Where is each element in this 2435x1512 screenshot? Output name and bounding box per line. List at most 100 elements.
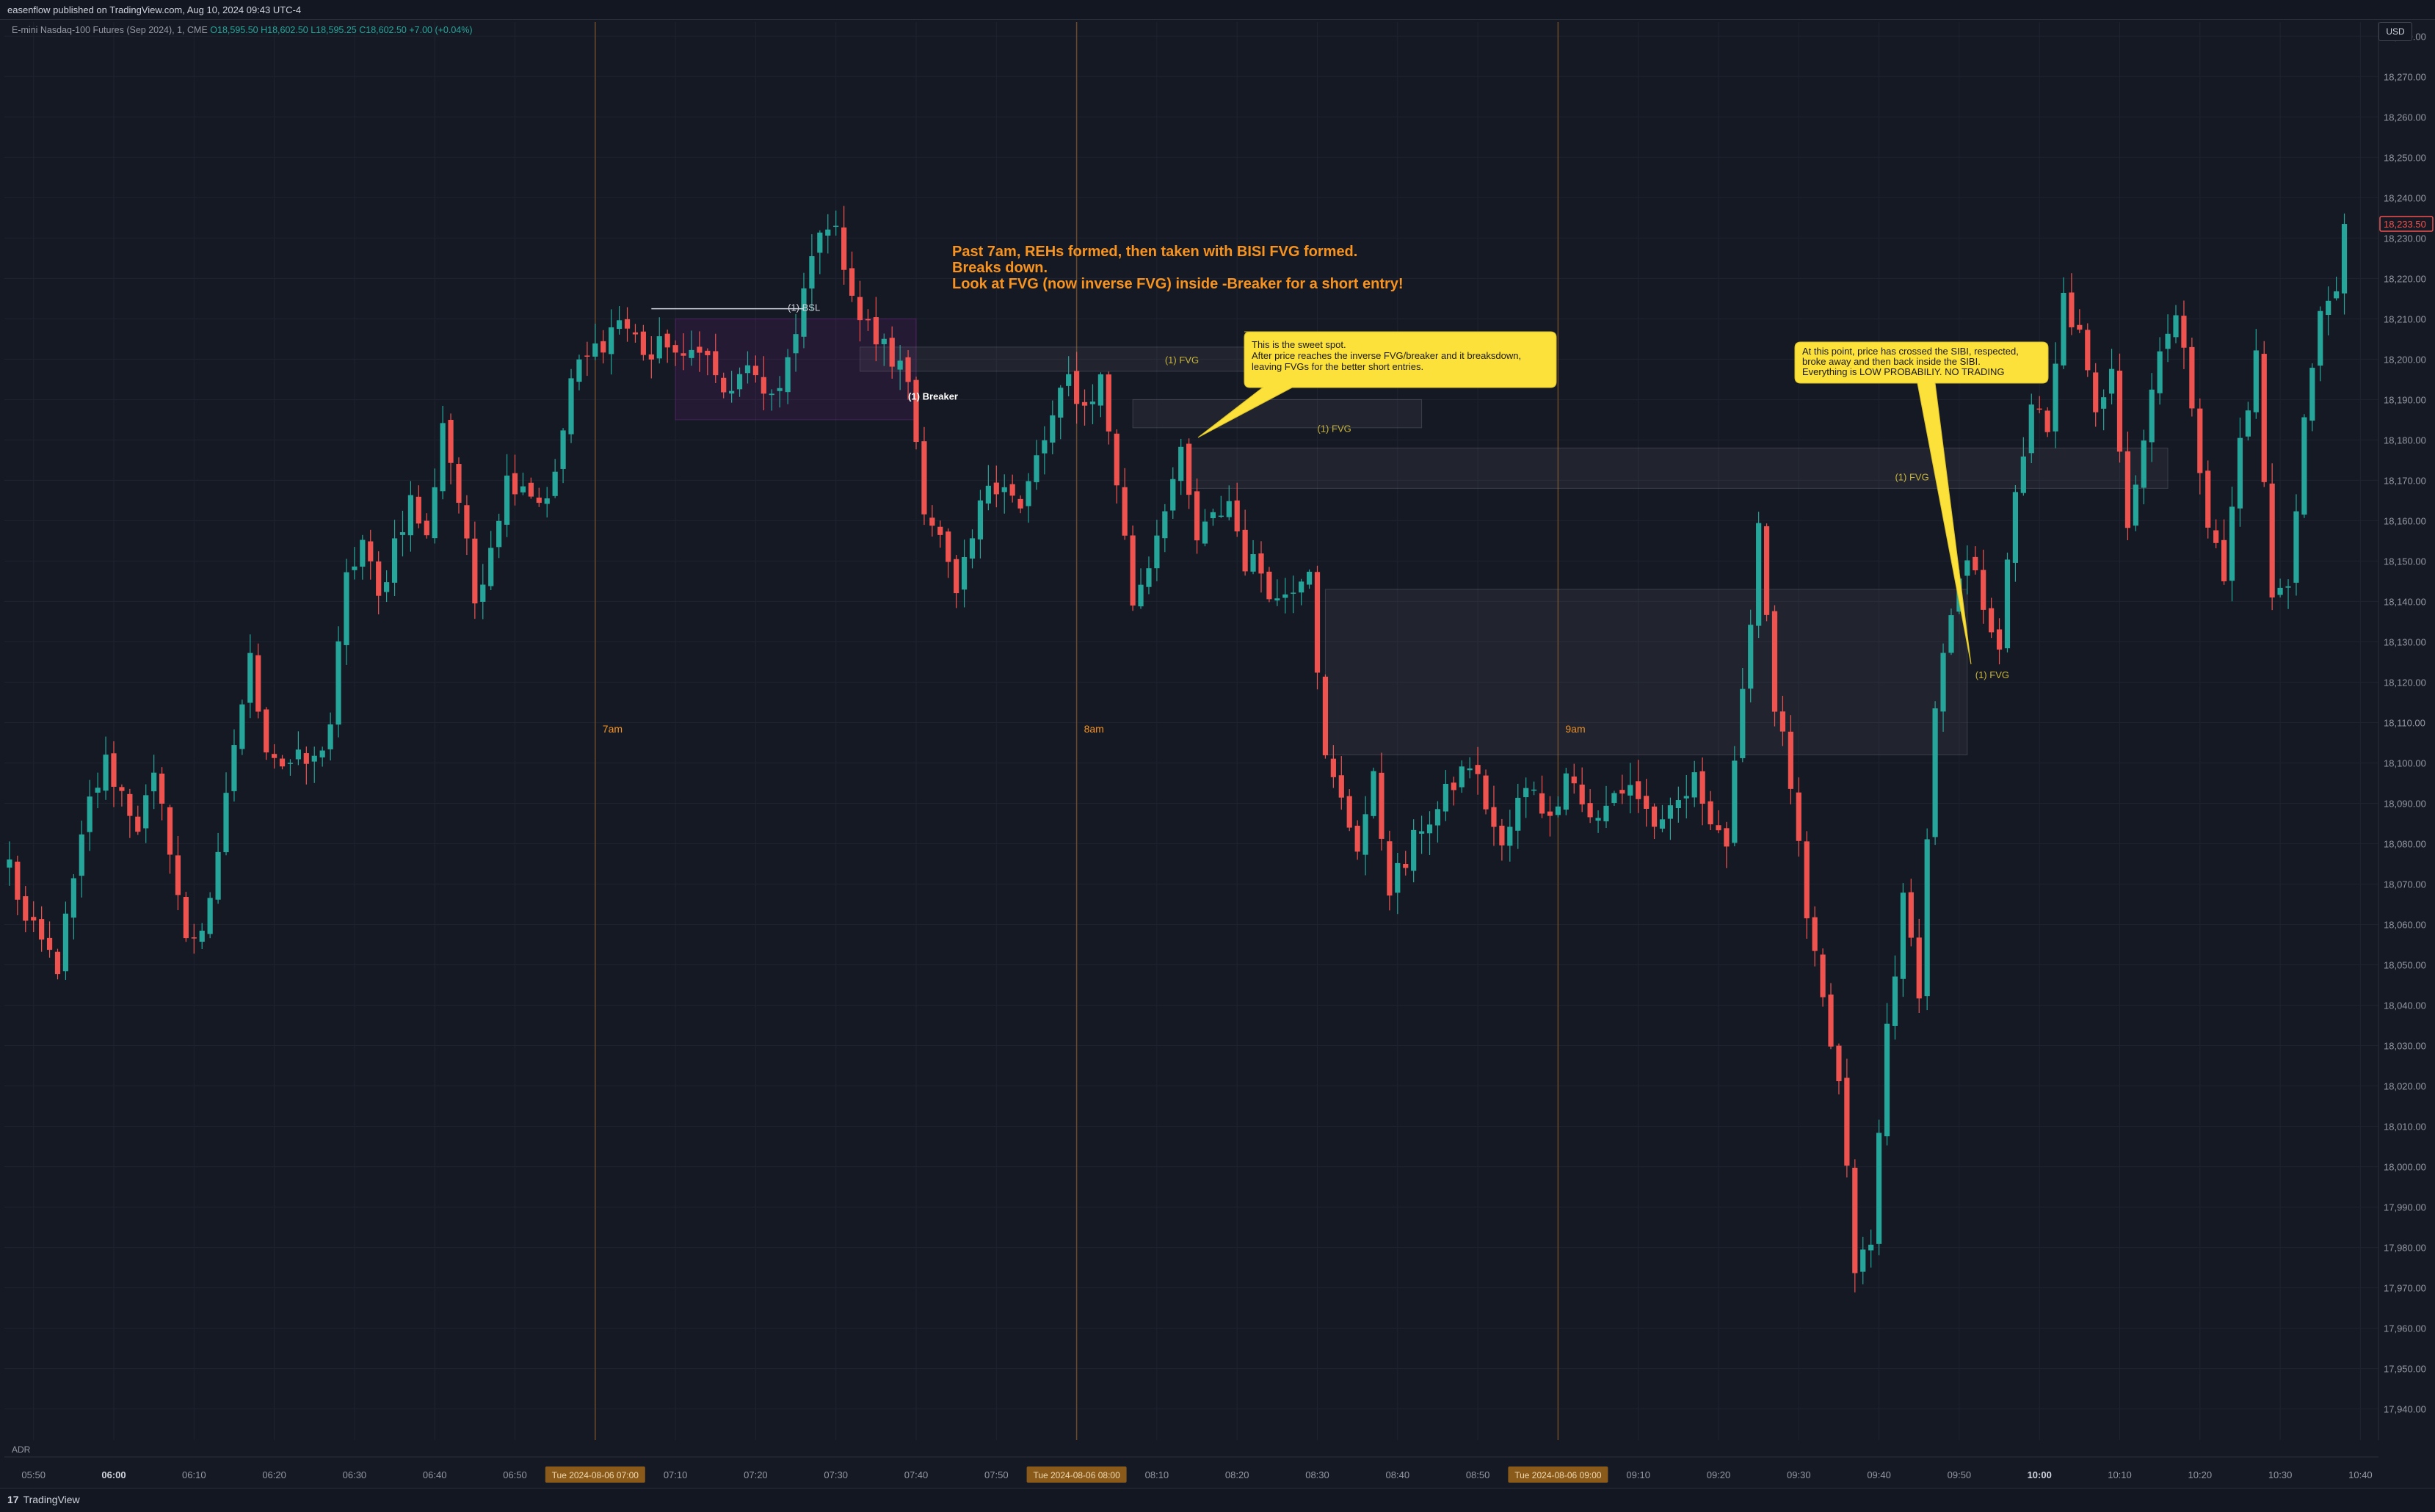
candle-body: [616, 320, 623, 330]
candle-body: [1523, 788, 1529, 798]
candle: [247, 634, 253, 719]
candle-body: [2028, 404, 2034, 454]
candle-body: [609, 327, 614, 355]
candle: [1443, 770, 1448, 821]
candle-body: [1162, 511, 1168, 539]
candle: [833, 210, 839, 236]
candle-body: [2141, 440, 2146, 488]
candle-body: [1716, 825, 1721, 831]
price-tick-label: 18,240.00: [2384, 192, 2426, 203]
candle-body: [247, 653, 253, 703]
candle-body: [103, 755, 109, 791]
time-tick-label: 06:20: [262, 1469, 286, 1480]
candle: [352, 547, 358, 580]
candle-body: [1017, 498, 1023, 509]
candle: [1587, 789, 1593, 824]
price-tick-label: 17,940.00: [2384, 1404, 2426, 1415]
candle: [2044, 407, 2050, 437]
candle: [640, 324, 646, 361]
candle: [656, 317, 662, 364]
candle: [1507, 810, 1513, 862]
session-tag: Tue 2024-08-06 09:00: [1514, 1470, 1602, 1480]
candle: [103, 736, 109, 800]
candle: [143, 784, 149, 843]
candle-body: [415, 496, 421, 524]
candle-body: [1644, 796, 1650, 809]
candle: [1619, 774, 1625, 804]
candle-body: [1234, 500, 1240, 531]
candle-body: [2036, 408, 2042, 410]
candle: [544, 487, 550, 517]
candle: [2141, 429, 2146, 505]
candle: [1844, 1058, 1850, 1178]
candle-body: [1932, 708, 1938, 837]
candle-body: [2285, 586, 2291, 588]
price-chart[interactable]: 7am 8am 9am(1) BSL(1) Breaker(1) FVG(1) FV…: [0, 0, 2435, 1511]
callout-text: This is the sweet spot.: [1252, 339, 1346, 350]
price-tick-label: 17,970.00: [2384, 1283, 2426, 1294]
candle-body: [713, 351, 719, 376]
candle-body: [2085, 330, 2091, 371]
candle: [464, 495, 470, 556]
price-tick-label: 18,030.00: [2384, 1041, 2426, 1052]
time-tick-label: 08:50: [1466, 1469, 1490, 1480]
candle-body: [1418, 831, 1425, 834]
annotation-main-line: Look at FVG (now inverse FVG) inside -Br…: [952, 276, 1404, 292]
candle-body: [1475, 765, 1481, 774]
candle: [1146, 556, 1152, 595]
candle-body: [1114, 433, 1119, 486]
candle: [335, 626, 341, 738]
candle: [1250, 539, 1256, 575]
candle-body: [528, 482, 534, 497]
candle: [175, 835, 181, 911]
candle: [1483, 769, 1489, 815]
candle-body: [624, 319, 631, 329]
time-tick-label: 06:30: [343, 1469, 367, 1480]
candle: [399, 510, 406, 557]
candle-body: [1451, 782, 1456, 790]
candle: [327, 712, 333, 761]
candle: [23, 886, 29, 933]
candle-body: [560, 430, 566, 469]
fvg-zone-4: [1324, 589, 1968, 755]
candle-body: [1571, 776, 1577, 784]
candle-body: [440, 423, 446, 492]
candle-body: [424, 520, 429, 536]
candle-body: [697, 346, 703, 353]
candle: [1491, 785, 1497, 846]
candle-body: [54, 951, 61, 975]
candle-body: [946, 531, 951, 562]
time-tick-label: 08:10: [1145, 1469, 1169, 1480]
tradingview-logo[interactable]: 17 TradingView: [7, 1494, 80, 1505]
candle-body: [1996, 629, 2003, 650]
candle-body: [640, 331, 646, 355]
candle-body: [897, 360, 903, 370]
currency-button[interactable]: USD: [2378, 22, 2412, 41]
candle-body: [255, 655, 261, 712]
candle: [929, 505, 935, 537]
candle: [921, 426, 927, 526]
candle-body: [504, 475, 510, 525]
price-tick-label: 18,050.00: [2384, 960, 2426, 971]
candle: [488, 531, 494, 591]
candle: [7, 841, 12, 886]
candle: [1162, 504, 1168, 553]
candle: [1434, 801, 1441, 843]
candle: [448, 413, 454, 484]
candle: [1130, 525, 1136, 611]
candle: [849, 251, 855, 302]
candle-body: [175, 855, 181, 895]
candle: [1900, 883, 1906, 997]
time-tick-label: 10:00: [2028, 1469, 2052, 1480]
candle-body: [705, 350, 711, 355]
price-tick-label: 18,080.00: [2384, 838, 2426, 849]
time-tick-label: 08:20: [1225, 1469, 1249, 1480]
candle: [1266, 567, 1272, 603]
candle-body: [127, 793, 133, 816]
candle: [1932, 701, 1938, 846]
candle-body: [2173, 315, 2179, 338]
price-tick-label: 18,140.00: [2384, 596, 2426, 607]
candle-body: [159, 773, 165, 804]
candle: [2077, 309, 2083, 333]
price-tick-label: 18,230.00: [2384, 233, 2426, 244]
